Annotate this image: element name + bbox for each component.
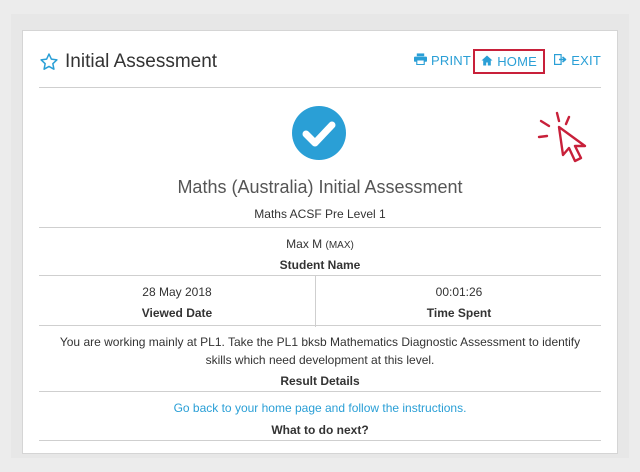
assessment-panel: Initial Assessment PRINT HOME EXIT Maths…: [22, 30, 618, 454]
student-name-value: Max M (MAX): [23, 237, 617, 251]
result-line-1: You are working mainly at PL1. Take the …: [59, 335, 581, 349]
next-steps-label: What to do next?: [271, 423, 369, 437]
print-link[interactable]: PRINT: [414, 53, 471, 68]
divider: [39, 325, 601, 326]
exit-link[interactable]: EXIT: [554, 53, 601, 68]
next-steps-link[interactable]: Go back to your home page and follow the…: [23, 401, 617, 415]
student-username: (MAX): [325, 240, 354, 251]
star-outline-icon: [39, 52, 59, 72]
assessment-title: Maths (Australia) Initial Assessment: [177, 177, 463, 197]
result-details-label: Result Details: [280, 374, 360, 388]
divider: [39, 227, 601, 228]
print-icon: [414, 53, 427, 68]
student-name-label: Student Name: [279, 258, 361, 272]
home-label: HOME: [497, 54, 537, 69]
result-line-2: skills which need development at this le…: [205, 353, 435, 367]
result-details-value: You are working mainly at PL1. Take the …: [33, 333, 607, 369]
time-spent-value: 00:01:26: [435, 285, 483, 299]
assessment-subtitle: Maths ACSF Pre Level 1: [254, 207, 386, 221]
header-nav: PRINT HOME EXIT: [361, 49, 601, 74]
divider: [39, 391, 601, 392]
print-label: PRINT: [431, 53, 471, 68]
exit-label: EXIT: [571, 53, 601, 68]
divider: [39, 440, 601, 441]
viewed-date-label: Viewed Date: [141, 306, 213, 320]
student-name: Max M: [286, 237, 323, 251]
home-link[interactable]: HOME: [473, 49, 545, 74]
hand-pointer-cursor-icon: [537, 111, 617, 163]
time-spent-label: Time Spent: [426, 306, 492, 320]
page-title: Initial Assessment: [39, 51, 217, 73]
divider: [39, 275, 601, 276]
panel-header: Initial Assessment PRINT HOME EXIT: [39, 31, 601, 88]
home-icon: [481, 54, 493, 69]
page-title-text: Initial Assessment: [65, 51, 218, 72]
viewed-date-value: 28 May 2018: [142, 285, 212, 299]
exit-icon: [554, 53, 567, 68]
check-circle-icon: [291, 105, 347, 161]
